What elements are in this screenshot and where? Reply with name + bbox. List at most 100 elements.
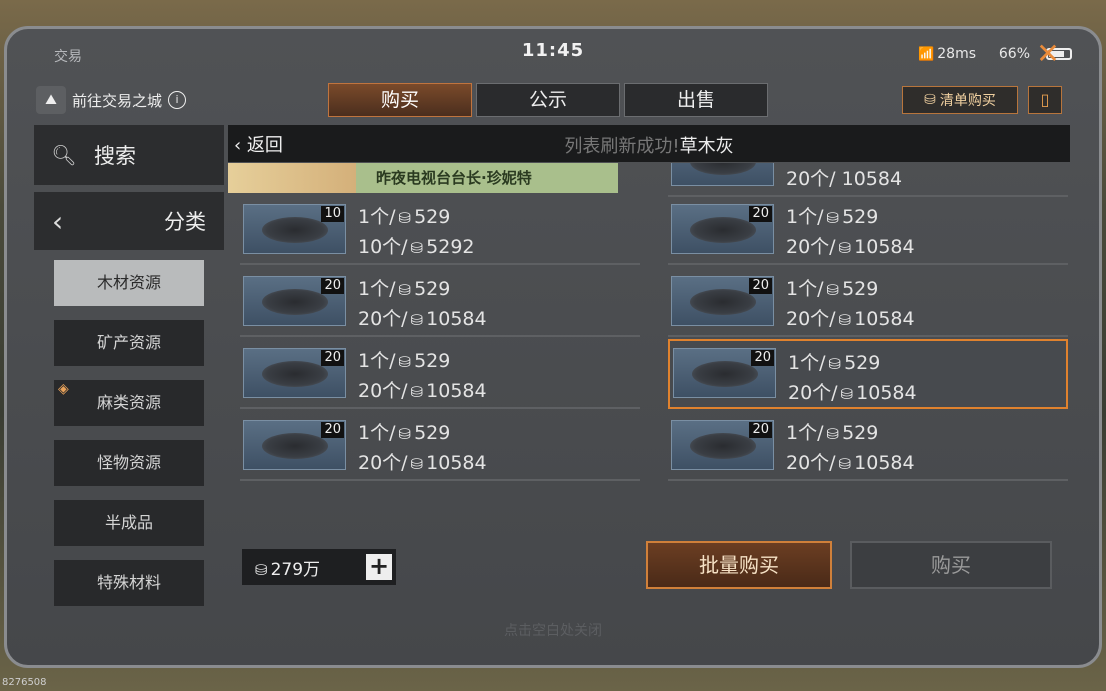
currency-balance: ⛁ 279万 + [242,549,396,585]
plant-ash-icon [690,433,756,459]
network-status: 📶 28ms [918,46,976,62]
category-item-mineral[interactable]: 矿产资源 [54,320,204,366]
plant-ash-icon [262,361,328,387]
plant-ash-icon [262,289,328,315]
coin-icon: ⛁ [828,355,842,373]
list-item[interactable]: 20个/ 10584 [668,163,1068,197]
batch-buy-button[interactable]: 批量购买 [646,541,832,589]
plant-ash-icon [690,217,756,243]
bulk-price: 20个/⛁ 10584 [788,382,917,404]
list-item[interactable]: 10 1个/⛁ 529 10个/⛁ 5292 [240,199,640,265]
session-id: 8276508 [2,677,47,688]
balance-amount: ⛁ 279万 [255,559,321,580]
list-buy-label: 清单购买 [939,93,996,109]
stack-count: 20 [321,278,344,294]
close-icon[interactable]: ✕ [1034,40,1062,68]
item-thumbnail: 20 [673,348,776,398]
category-item-special[interactable]: 特殊材料 [54,560,204,606]
tab-sell[interactable]: 出售 [624,83,768,117]
buy-button[interactable]: 购买 [850,541,1052,589]
city-icon: ⛰ [36,86,66,114]
stack-count: 20 [749,422,772,438]
list-item[interactable]: 20 1个/⛁ 529 20个/⛁ 10584 [668,271,1068,337]
bulk-price: 20个/⛁ 10584 [786,452,915,474]
plant-ash-icon [690,289,756,315]
category-back-button[interactable]: ‹ 分类 [34,192,224,250]
goto-trade-city-link[interactable]: ⛰ 前往交易之城 i [36,84,187,116]
add-currency-button[interactable]: + [366,554,392,580]
unit-price: 1个/⛁ 529 [358,206,451,228]
item-thumbnail: 10 [243,204,346,254]
clipboard-icon[interactable]: ▯ [1028,86,1062,114]
refresh-toast: 列表刷新成功!草木灰 [564,136,734,157]
list-item[interactable]: 20 1个/⛁ 529 20个/⛁ 10584 [668,415,1068,481]
category-item-hemp[interactable]: ◈ 麻类资源 [54,380,204,426]
list-item[interactable]: 20 1个/⛁ 529 20个/⛁ 10584 [240,343,640,409]
listing-grid: 20个/ 10584 10 1个/⛁ 529 10个/⛁ 5292 20 1个/⛁ 5… [240,163,1070,485]
category-item-label: 麻类资源 [96,393,161,412]
coin-icon: ⛁ [410,455,424,473]
category-item-wood[interactable]: 木材资源 [54,260,204,306]
stack-count: 20 [751,350,774,366]
search-button[interactable]: 🔍︎ 搜索 [34,125,224,185]
coin-icon: ⛁ [398,209,412,227]
item-thumbnail: 20 [243,420,346,470]
bulk-price: 20个/⛁ 10584 [358,308,487,330]
unit-price: 1个/⛁ 529 [786,422,879,444]
plant-ash-icon [690,163,756,175]
list-buy-button[interactable]: ⛁ 清单购买 [902,86,1018,114]
marker-icon: ◈ [58,381,69,397]
wifi-icon: 📶 [918,47,935,62]
status-bar: 交易 11:45 📶 28ms 66% [30,36,1076,70]
coin-icon: ⛁ [826,209,840,227]
unit-price: 1个/⛁ 529 [786,206,879,228]
plant-ash-icon [262,433,328,459]
item-thumbnail: 20 [243,276,346,326]
coin-icon: ⛁ [410,383,424,401]
category-label: 分类 [164,210,206,234]
category-item-semi[interactable]: 半成品 [54,500,204,546]
stack-count: 20 [749,206,772,222]
list-item[interactable]: 20 1个/⛁ 529 20个/⛁ 10584 [668,199,1068,265]
character-portrait [228,163,356,193]
coin-icon: ⛁ [398,281,412,299]
unit-price: 1个/⛁ 529 [358,278,451,300]
close-hint[interactable]: 点击空白处关闭 [0,620,1106,640]
item-thumbnail: 20 [671,204,774,254]
banner-text: 昨夜电视台台长·珍妮特 [376,169,532,187]
stack-count: 20 [749,278,772,294]
coin-icon: ⛁ [826,281,840,299]
tab-buy[interactable]: 购买 [328,83,472,117]
unit-price: 1个/⛁ 529 [788,352,881,374]
item-thumbnail: 20 [243,348,346,398]
coin-icon: ⛁ [398,353,412,371]
stack-count: 10 [321,206,344,222]
tab-notice[interactable]: 公示 [476,83,620,117]
category-item-monster[interactable]: 怪物资源 [54,440,204,486]
list-item[interactable]: 20 1个/⛁ 529 20个/⛁ 10584 [240,271,640,337]
plant-ash-icon [692,361,758,387]
coin-icon: ⛁ [255,560,268,579]
search-icon: 🔍︎ [51,143,77,167]
list-item[interactable]: 20 1个/⛁ 529 20个/⛁ 10584 [240,415,640,481]
item-thumbnail: 20 [671,276,774,326]
bulk-price: 20个/⛁ 10584 [786,236,915,258]
coin-icon: ⛁ [398,425,412,443]
plant-ash-icon [262,217,328,243]
coin-icon: ⛁ [838,311,852,329]
coin-icon: ⛁ [410,311,424,329]
bulk-price: 10个/⛁ 5292 [358,236,475,258]
event-banner[interactable]: 昨夜电视台台长·珍妮特 [228,163,618,193]
category-list: 木材资源 矿产资源 ◈ 麻类资源 怪物资源 半成品 特殊材料 [54,260,204,620]
unit-price: 1个/⛁ 529 [358,422,451,444]
info-icon[interactable]: i [168,91,187,109]
item-name: 草木灰 [679,136,734,157]
bulk-price: 20个/ 10584 [786,168,903,190]
search-label: 搜索 [94,144,136,168]
item-thumbnail: 20 [671,420,774,470]
list-item-selected[interactable]: 20 1个/⛁ 529 20个/⛁ 10584 [668,339,1068,409]
coin-icon: ⛁ [826,425,840,443]
trade-tabs: 购买 公示 出售 [328,83,768,117]
stack-count: 20 [321,350,344,366]
bulk-price: 20个/⛁ 10584 [358,452,487,474]
